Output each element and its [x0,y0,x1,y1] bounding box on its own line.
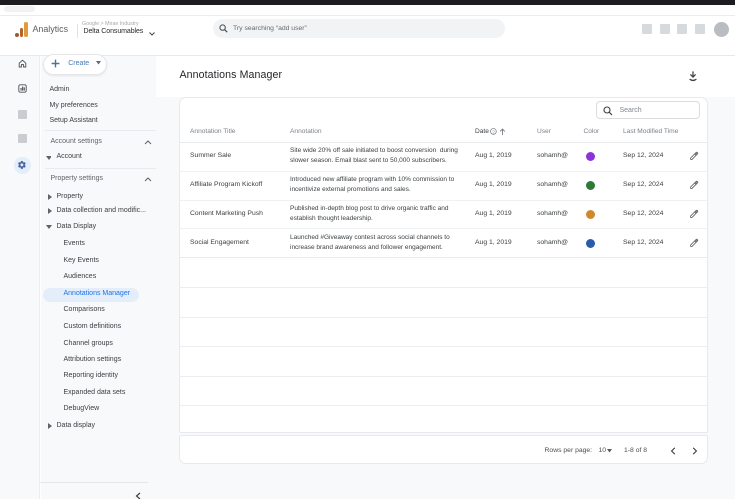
svg-text:?: ? [492,130,495,135]
